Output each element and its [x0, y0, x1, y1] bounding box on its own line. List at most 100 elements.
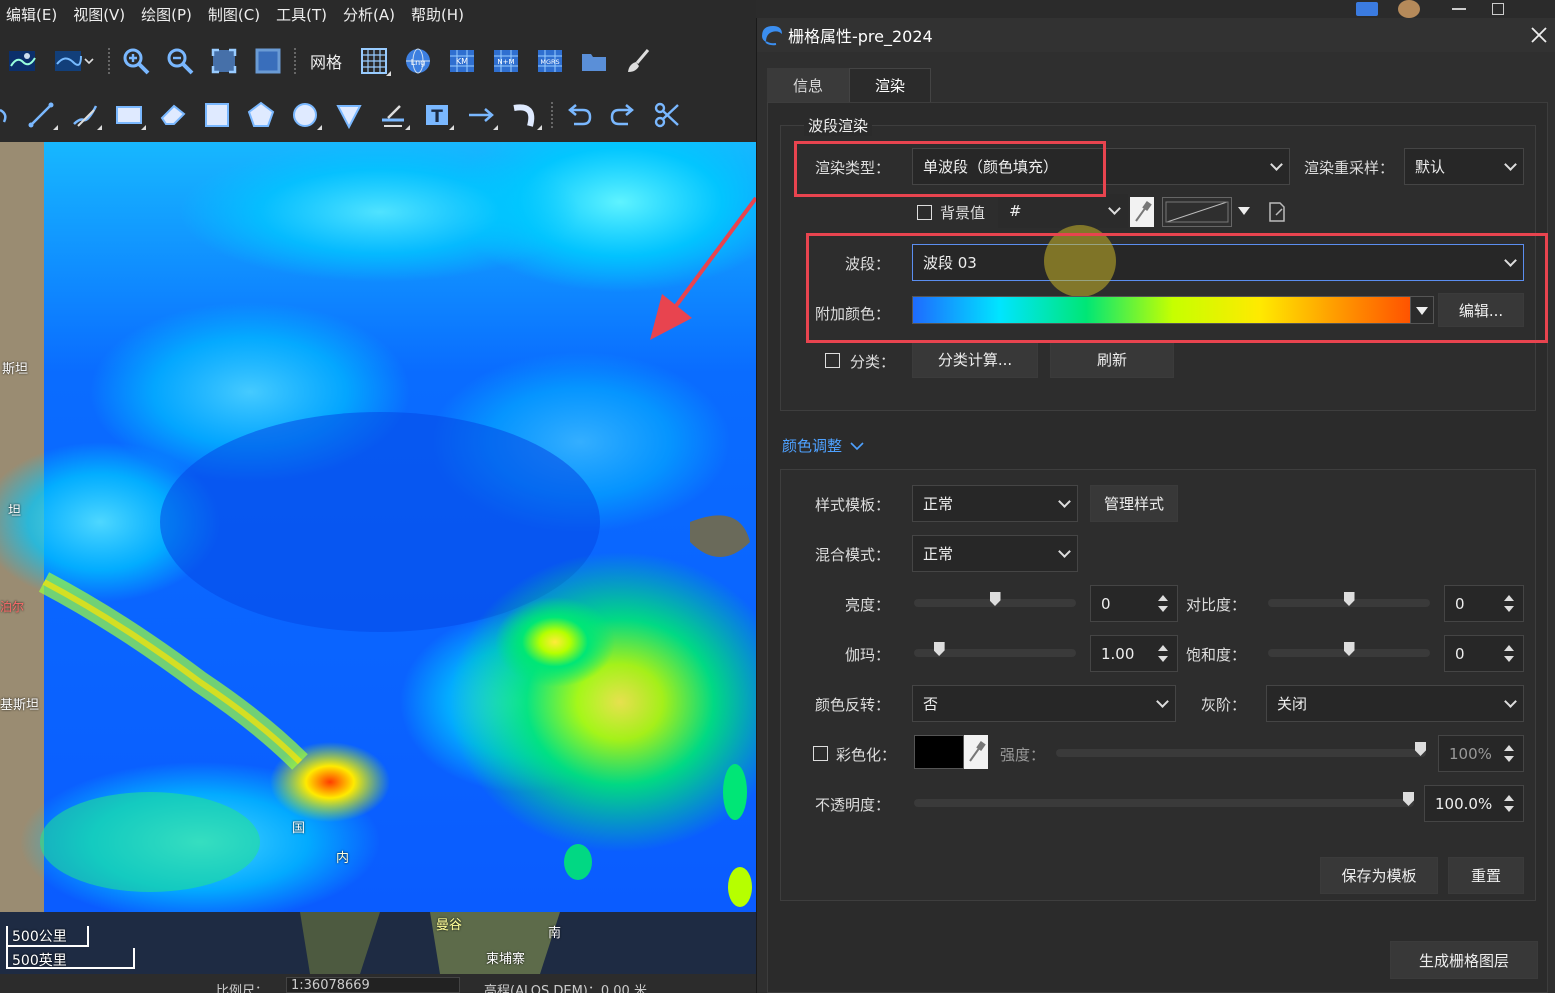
- opacity-spinbox[interactable]: 100.0%: [1424, 785, 1524, 822]
- menubar: 编辑(E) 视图(V) 绘图(P) 制图(C) 工具(T) 分析(A) 帮助(H…: [0, 0, 756, 28]
- style-template-select[interactable]: 正常: [912, 485, 1078, 522]
- arrow-icon[interactable]: [464, 98, 498, 132]
- blend-mode-value: 正常: [923, 545, 954, 563]
- maximize-icon[interactable]: [1492, 3, 1504, 15]
- colorize-checkbox[interactable]: [813, 746, 828, 761]
- freehand-icon[interactable]: [68, 98, 102, 132]
- contrast-value: 0: [1455, 594, 1465, 613]
- brightness-slider-thumb[interactable]: [989, 592, 1001, 606]
- spin-down-icon[interactable]: [1504, 756, 1514, 762]
- curve-icon[interactable]: [508, 98, 542, 132]
- document-icon[interactable]: [1268, 201, 1286, 223]
- opacity-slider[interactable]: [914, 792, 1414, 807]
- dialog-titlebar[interactable]: 栅格属性-pre_2024: [757, 18, 1555, 52]
- lnglat-grid-icon[interactable]: Lng: [401, 44, 435, 78]
- redo-icon[interactable]: [606, 98, 640, 132]
- folder-icon[interactable]: [577, 44, 611, 78]
- contrast-spinbox[interactable]: 0: [1444, 585, 1524, 622]
- spin-down-icon[interactable]: [1504, 656, 1514, 662]
- grayscale-select[interactable]: 关闭: [1266, 685, 1524, 722]
- tab-info[interactable]: 信息: [767, 68, 849, 102]
- spin-up-icon[interactable]: [1504, 595, 1514, 601]
- menu-view[interactable]: 视图(V): [67, 4, 135, 25]
- gamma-slider-thumb[interactable]: [933, 642, 945, 656]
- background-color-swatch[interactable]: [1162, 197, 1232, 227]
- invert-select[interactable]: 否: [912, 685, 1176, 722]
- menu-draw[interactable]: 绘图(P): [135, 4, 202, 25]
- km-grid-icon[interactable]: KM: [445, 44, 479, 78]
- nm-grid-icon[interactable]: N+M: [489, 44, 523, 78]
- spin-down-icon[interactable]: [1504, 806, 1514, 812]
- pin-icon[interactable]: [332, 98, 366, 132]
- fit-layer-icon[interactable]: [251, 44, 285, 78]
- minimize-icon[interactable]: [1452, 8, 1466, 10]
- background-checkbox[interactable]: [917, 205, 932, 220]
- avatar[interactable]: [1398, 0, 1420, 18]
- scale-select[interactable]: 1:36078669: [286, 977, 460, 993]
- spin-down-icon[interactable]: [1504, 606, 1514, 612]
- generate-raster-layer-button[interactable]: 生成栅格图层: [1390, 941, 1538, 979]
- strength-slider-thumb[interactable]: [1415, 742, 1426, 756]
- map-canvas[interactable]: 斯坦 坦 泊尔 基斯坦 国 内 曼谷 柬埔寨 南: [0, 142, 756, 974]
- menu-analysis[interactable]: 分析(A): [337, 4, 405, 25]
- opacity-slider-thumb[interactable]: [1403, 792, 1414, 806]
- swatch-dropdown-icon[interactable]: [1238, 207, 1250, 215]
- refresh-button[interactable]: 刷新: [1050, 341, 1174, 378]
- reset-button[interactable]: 重置: [1448, 857, 1524, 894]
- eyedropper-icon[interactable]: [964, 735, 988, 769]
- classify-checkbox[interactable]: [825, 353, 840, 368]
- render-tab-content: 波段渲染 渲染类型： 单波段（颜色填充） 渲染重采样： 默认 背景值 # 波段：…: [767, 102, 1548, 993]
- line-icon[interactable]: [24, 98, 58, 132]
- eyedropper-icon[interactable]: [1130, 197, 1154, 227]
- manage-style-button[interactable]: 管理样式: [1090, 485, 1178, 522]
- gamma-spinbox[interactable]: 1.00: [1090, 635, 1178, 672]
- satellite-basemap-icon[interactable]: [49, 44, 99, 78]
- grid-icon[interactable]: [357, 44, 392, 78]
- text-icon[interactable]: T: [420, 98, 454, 132]
- zoom-in-icon[interactable]: [119, 44, 153, 78]
- cut-icon[interactable]: [650, 98, 684, 132]
- colorize-color-swatch[interactable]: [914, 735, 964, 769]
- undo-icon[interactable]: [562, 98, 596, 132]
- measure-icon[interactable]: [376, 98, 410, 132]
- menu-help[interactable]: 帮助(H): [405, 4, 474, 25]
- strength-slider[interactable]: [1056, 742, 1426, 757]
- full-extent-icon[interactable]: [207, 44, 241, 78]
- blend-mode-select[interactable]: 正常: [912, 535, 1078, 572]
- strength-spinbox[interactable]: 100%: [1438, 735, 1524, 772]
- square-icon[interactable]: [200, 98, 234, 132]
- menu-tools[interactable]: 工具(T): [270, 4, 337, 25]
- close-icon[interactable]: [1526, 22, 1552, 48]
- curve-edge-icon[interactable]: [0, 98, 14, 132]
- gamma-slider[interactable]: [914, 642, 1076, 657]
- spin-up-icon[interactable]: [1504, 795, 1514, 801]
- menu-cartography[interactable]: 制图(C): [202, 4, 270, 25]
- background-value-select[interactable]: #: [998, 194, 1128, 228]
- saturation-spinbox[interactable]: 0: [1444, 635, 1524, 672]
- rectangle-icon[interactable]: [112, 98, 146, 132]
- basemap-icon[interactable]: [5, 44, 39, 78]
- spin-up-icon[interactable]: [1504, 645, 1514, 651]
- saturation-slider-thumb[interactable]: [1343, 642, 1355, 656]
- eraser-icon[interactable]: [156, 98, 190, 132]
- save-template-button[interactable]: 保存为模板: [1320, 857, 1438, 894]
- mgrs-grid-icon[interactable]: MGRS: [533, 44, 567, 78]
- resample-select[interactable]: 默认: [1404, 148, 1524, 185]
- zoom-out-icon[interactable]: [163, 44, 197, 78]
- brightness-spinbox[interactable]: 0: [1090, 585, 1178, 622]
- pentagon-icon[interactable]: [244, 98, 278, 132]
- gamma-value: 1.00: [1101, 644, 1135, 663]
- contrast-slider-thumb[interactable]: [1343, 592, 1355, 606]
- circle-icon[interactable]: [288, 98, 322, 132]
- color-adjust-toggle[interactable]: 颜色调整: [782, 435, 864, 456]
- app-logo-icon: [762, 26, 782, 46]
- spin-up-icon[interactable]: [1504, 745, 1514, 751]
- classify-calc-button[interactable]: 分类计算...: [912, 341, 1038, 378]
- saturation-slider[interactable]: [1268, 642, 1430, 657]
- chat-icon[interactable]: [1356, 2, 1378, 16]
- brush-icon[interactable]: [621, 44, 655, 78]
- menu-edit[interactable]: 编辑(E): [0, 4, 67, 25]
- tab-render[interactable]: 渲染: [849, 68, 931, 102]
- brightness-slider[interactable]: [914, 592, 1076, 607]
- contrast-slider[interactable]: [1268, 592, 1430, 607]
